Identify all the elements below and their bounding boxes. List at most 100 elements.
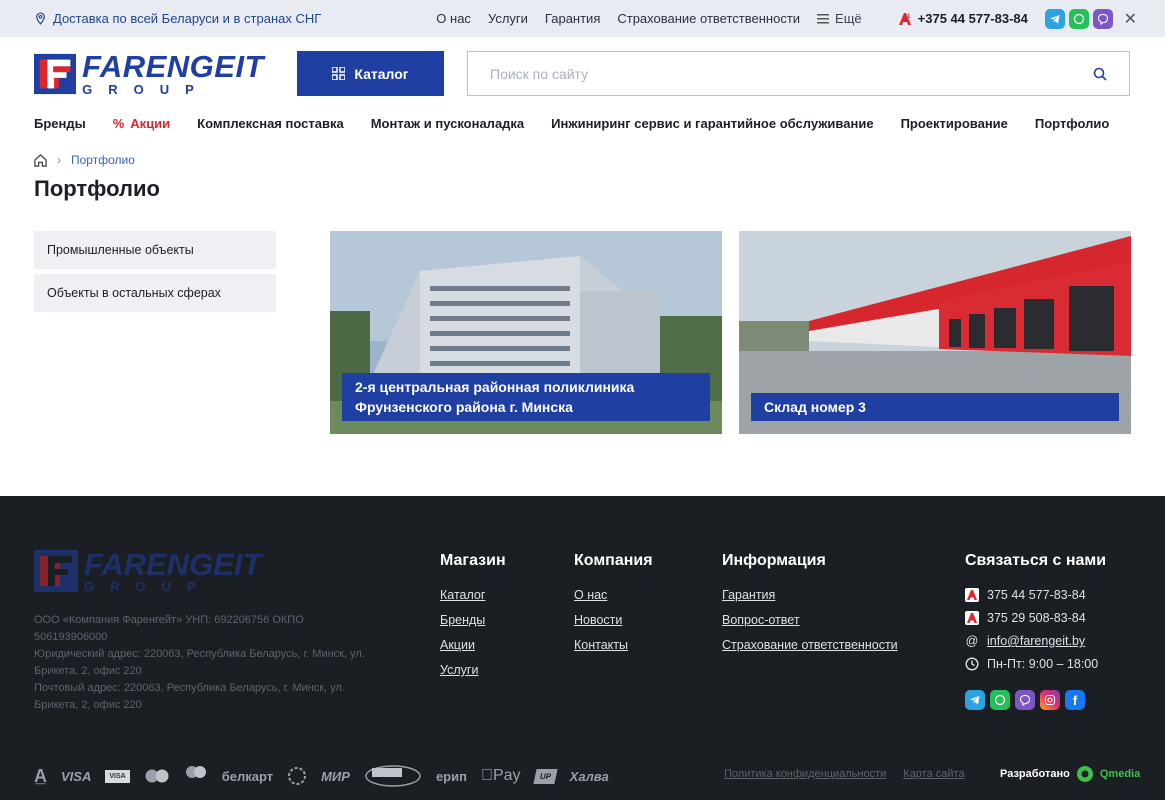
footer-link[interactable]: Услуги bbox=[440, 662, 506, 678]
whatsapp-icon[interactable] bbox=[1068, 8, 1089, 29]
more-menu[interactable]: Ещё bbox=[817, 11, 862, 26]
footer-socials: f bbox=[965, 690, 1106, 710]
developer-name: Qmedia bbox=[1099, 768, 1141, 780]
footer-logo-text: FARENGEIT bbox=[84, 547, 262, 582]
logo[interactable]: FARENGEIT GROUP bbox=[34, 51, 264, 96]
more-label: Ещё bbox=[835, 11, 862, 26]
viber-icon[interactable] bbox=[1015, 690, 1035, 710]
sidebar-item-other[interactable]: Объекты в остальных сферах bbox=[34, 274, 276, 312]
mir-icon: МИР bbox=[321, 768, 350, 784]
footer-link[interactable]: Каталог bbox=[440, 587, 506, 603]
company-line: Юридический адрес: 220063, Республика Бе… bbox=[34, 648, 365, 677]
nav-installation[interactable]: Монтаж и пусконаладка bbox=[371, 116, 524, 131]
phone-number: +375 44 577-83-84 bbox=[917, 11, 1028, 26]
viber-icon[interactable] bbox=[1092, 8, 1113, 29]
top-link-insurance[interactable]: Страхование ответственности bbox=[617, 11, 800, 26]
footer-link[interactable]: О нас bbox=[574, 587, 653, 603]
contact-phone-text: 375 44 577-83-84 bbox=[987, 588, 1086, 602]
mastercard-idcheck-icon bbox=[185, 766, 206, 778]
footer-link[interactable]: Акции bbox=[440, 637, 506, 653]
breadcrumb-current[interactable]: Портфолио bbox=[71, 153, 135, 167]
contact-hours-text: Пн-Пт: 9:00 – 18:00 bbox=[987, 657, 1099, 671]
unionpay-icon: UP bbox=[532, 768, 558, 784]
nav-engineering[interactable]: Инжиниринг сервис и гарантийное обслужив… bbox=[551, 116, 873, 131]
footer-link[interactable]: Гарантия bbox=[722, 587, 898, 603]
top-link-services[interactable]: Услуги bbox=[488, 11, 528, 26]
logo-text: FARENGEIT bbox=[82, 49, 264, 84]
apple-pay-label: Pay bbox=[480, 767, 521, 784]
nav-portfolio[interactable]: Портфолио bbox=[1035, 116, 1109, 131]
qmedia-logo-icon bbox=[1076, 766, 1093, 782]
breadcrumb: › Портфолио bbox=[0, 153, 1165, 167]
belkart-internet-icon bbox=[288, 767, 307, 785]
contact-phone-2[interactable]: 375 29 508-83-84 bbox=[965, 610, 1106, 626]
a1-operator-icon bbox=[965, 588, 979, 602]
footer-logo-subtext: GROUP bbox=[84, 579, 212, 594]
visa-icon: VISA bbox=[61, 768, 92, 784]
erip-icon: ерип bbox=[435, 768, 467, 784]
contact-phone-1[interactable]: 375 44 577-83-84 bbox=[965, 587, 1106, 603]
card-title: 2-я центральная районная поликлиника Фру… bbox=[342, 373, 710, 421]
footer-company: Компания О нас Новости Контакты bbox=[574, 552, 653, 662]
contact-email[interactable]: @ info@farengeit.by bbox=[965, 633, 1106, 649]
nav-promotions[interactable]: % Акции bbox=[113, 116, 170, 131]
top-link-about[interactable]: О нас bbox=[436, 11, 471, 26]
facebook-icon[interactable]: f bbox=[1065, 690, 1085, 710]
footer-link[interactable]: Страхование ответственности bbox=[722, 637, 898, 653]
logo-mark-icon bbox=[34, 53, 77, 94]
visa-secure-icon: VISA bbox=[105, 769, 130, 783]
location-pin-icon bbox=[36, 12, 45, 25]
footer-shop: Магазин Каталог Бренды Акции Услуги bbox=[440, 552, 506, 687]
page-title: Портфолио bbox=[34, 176, 160, 201]
search-icon[interactable] bbox=[1093, 67, 1107, 81]
footer-link[interactable]: Новости bbox=[574, 612, 653, 628]
contact-phone-text: 375 29 508-83-84 bbox=[987, 611, 1086, 625]
top-nav: О нас Услуги Гарантия Страхование ответс… bbox=[436, 11, 861, 26]
nav-complex-supply[interactable]: Комплексная поставка bbox=[197, 116, 344, 131]
nav-brands[interactable]: Бренды bbox=[34, 116, 86, 131]
search-placeholder: Поиск по сайту bbox=[490, 65, 589, 82]
sidebar-item-industrial[interactable]: Промышленные объекты bbox=[34, 231, 276, 269]
delivery-info[interactable]: Доставка по всей Беларуси и в странах СН… bbox=[34, 11, 321, 26]
privacy-policy-link[interactable]: Политика конфиденциальности bbox=[724, 768, 886, 780]
a1-operator-icon bbox=[965, 611, 979, 625]
main-nav: Бренды % Акции Комплексная поставка Монта… bbox=[0, 110, 1165, 137]
nav-design[interactable]: Проектирование bbox=[901, 116, 1008, 131]
portfolio-card-clinic[interactable]: 2-я центральная районная поликлиника Фру… bbox=[330, 231, 722, 434]
footer-legal: Политика конфиденциальности Карта сайта bbox=[724, 768, 965, 780]
mastercard-icon bbox=[145, 769, 169, 783]
catalog-label: Каталог bbox=[354, 65, 409, 82]
top-phone[interactable]: 1 +375 44 577-83-84 bbox=[898, 11, 1028, 26]
payment-logo-a: A̲ bbox=[34, 765, 47, 786]
portfolio-card-warehouse[interactable]: Склад номер 3 bbox=[739, 231, 1131, 434]
top-link-warranty[interactable]: Гарантия bbox=[545, 11, 600, 26]
developer-credit[interactable]: Разработано Qmedia bbox=[1000, 765, 1140, 783]
close-icon[interactable]: ✕ bbox=[1124, 9, 1137, 29]
footer-contact-title: Связаться с нами bbox=[965, 552, 1107, 569]
contact-email-text: info@farengeit.by bbox=[987, 634, 1086, 648]
header: FARENGEIT GROUP Каталог Поиск по сайту bbox=[0, 37, 1165, 110]
menu-icon bbox=[817, 13, 830, 23]
footer-logo[interactable]: FARENGEIT GROUP bbox=[34, 549, 261, 593]
sitemap-link[interactable]: Карта сайта bbox=[903, 768, 964, 780]
footer-link[interactable]: Бренды bbox=[440, 612, 506, 628]
instagram-icon[interactable] bbox=[1040, 690, 1060, 710]
search-input[interactable]: Поиск по сайту bbox=[467, 51, 1130, 96]
footer-info-title: Информация bbox=[722, 552, 826, 569]
company-info: ООО «Компания Фаренгейт» УНП: 692206756 … bbox=[34, 612, 374, 714]
top-bar: Доставка по всей Беларуси и в странах СН… bbox=[0, 0, 1165, 37]
developed-by-label: Разработано bbox=[1000, 768, 1070, 780]
delivery-text: Доставка по всей Беларуси и в странах СН… bbox=[53, 11, 322, 26]
footer-link[interactable]: Вопрос-ответ bbox=[722, 612, 898, 628]
halva-icon: Халва bbox=[557, 768, 609, 784]
telegram-icon[interactable] bbox=[1044, 8, 1065, 29]
footer-contact: Связаться с нами 375 44 577-83-84 375 29… bbox=[965, 552, 1106, 710]
home-icon[interactable] bbox=[34, 153, 47, 167]
footer-link[interactable]: Контакты bbox=[574, 637, 653, 653]
contact-hours: Пн-Пт: 9:00 – 18:00 bbox=[965, 656, 1106, 672]
whatsapp-icon[interactable] bbox=[990, 690, 1010, 710]
telegram-icon[interactable] bbox=[965, 690, 985, 710]
company-line: ООО «Компания Фаренгейт» УНП: 692206756 … bbox=[34, 614, 304, 643]
company-line: Почтовый адрес: 220063, Республика Белар… bbox=[34, 682, 345, 711]
catalog-button[interactable]: Каталог bbox=[297, 51, 444, 96]
